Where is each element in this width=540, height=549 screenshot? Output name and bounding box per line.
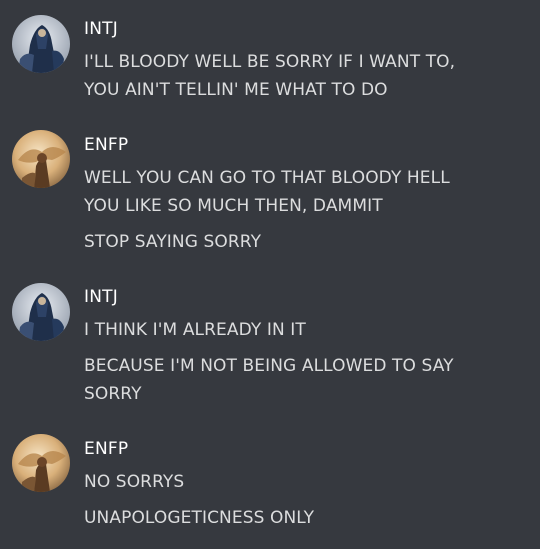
- username[interactable]: INTJ: [84, 18, 118, 40]
- message-text: UNAPOLOGETICNESS ONLY: [84, 508, 315, 528]
- intj-avatar-icon[interactable]: [12, 15, 70, 73]
- message-text: I THINK I'M ALREADY IN IT: [84, 320, 306, 340]
- username[interactable]: ENFP: [84, 134, 128, 156]
- enfp-avatar-icon[interactable]: [12, 434, 70, 492]
- enfp-avatar-icon[interactable]: [12, 130, 70, 188]
- username[interactable]: INTJ: [84, 286, 118, 308]
- message-text: I'LL BLOODY WELL BE SORRY IF I WANT TO, …: [84, 52, 456, 100]
- message-text: STOP SAYING SORRY: [84, 232, 262, 252]
- username[interactable]: ENFP: [84, 438, 128, 460]
- message-text: NO SORRYS: [84, 472, 185, 492]
- message-text: BECAUSE I'M NOT BEING ALLOWED TO SAY SOR…: [84, 356, 454, 404]
- chat-log: INTJ I'LL BLOODY WELL BE SORRY IF I WANT…: [0, 0, 540, 549]
- intj-avatar-icon[interactable]: [12, 283, 70, 341]
- message-text: WELL YOU CAN GO TO THAT BLOODY HELL YOU …: [84, 168, 450, 216]
